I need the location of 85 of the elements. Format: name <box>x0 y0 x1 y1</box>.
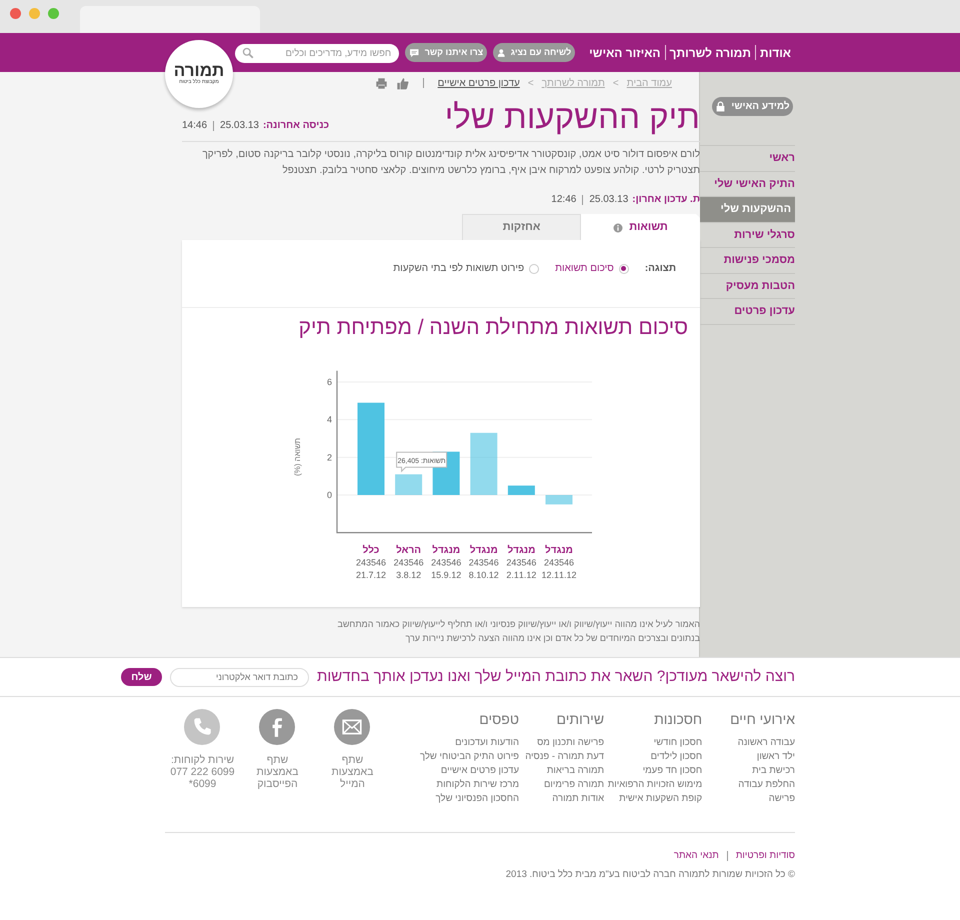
footer-link[interactable]: הודעות ועדכונים <box>420 736 519 750</box>
send-button[interactable]: שלח <box>121 668 162 686</box>
window-control-icon[interactable] <box>10 8 21 19</box>
lock-icon <box>715 101 726 112</box>
breadcrumb-separator: > <box>528 76 534 90</box>
radio-option[interactable]: סיכום תשואות <box>555 261 629 276</box>
footer-link[interactable]: פירוט התיק הביטוחי שלך <box>420 750 519 764</box>
contact-text: שתף <box>266 754 288 766</box>
footer-link[interactable]: מרכז שירות הלקוחות <box>420 778 519 792</box>
tick-label: 0 <box>327 490 332 500</box>
footer-heading: טפסים <box>478 710 519 729</box>
nav-link[interactable]: אודות <box>756 44 795 62</box>
footer-link[interactable]: מימוש הזכויות הרפואיות <box>604 778 702 792</box>
last-update-date: 25.03.13 <box>589 193 628 207</box>
breadcrumb-separator: > <box>612 76 619 90</box>
tick-label: 2 <box>327 452 332 462</box>
footer-link[interactable]: תמורה פרימיום <box>518 778 604 792</box>
footer-heading: חסכונות <box>653 710 702 729</box>
contact-text: 077 222 6099 <box>170 766 235 778</box>
contact-text: באמצעות <box>256 766 298 778</box>
nav-link[interactable]: האיזור האישי <box>585 44 665 62</box>
like-icon <box>396 76 409 90</box>
contact-text: שירות לקוחות: <box>170 754 234 766</box>
footer-link[interactable]: החסכון הפנסיוני שלך <box>420 792 519 806</box>
footer-link[interactable]: דעת תמורה - פנסיה <box>518 750 604 764</box>
window-control-icon[interactable] <box>29 8 40 19</box>
window-control-icon[interactable] <box>48 8 59 19</box>
footer-heading: שירותים <box>556 710 604 729</box>
description-text: לורם איפסום דולור סיט אמט, קונסקטורר אדיפיסינג אלית קונדימנטום קורוס בליקרה, נונסטי קלובר בריקנה סטום, לפריקך תצטריק לרטי. קולהע צופעט למרקוח איבן איף, ברומץ כלרשט מיחוצים. קלאצי סחטיר בלובק. תצטנפל <box>201 148 700 178</box>
footer-link[interactable]: רכישת בית <box>702 764 795 778</box>
share-button[interactable] <box>184 709 220 745</box>
footer-link[interactable]: עדכון פרטים אישיים <box>420 764 519 778</box>
footer-link[interactable]: סודיות ופרטיות <box>736 849 795 864</box>
header-button[interactable]: צרו איתנו קשר <box>405 43 488 62</box>
tab[interactable]: תשואות <box>581 214 700 240</box>
copyright-text: © כל הזכויות שמורות לתמורה חברה לביטוח בע"מ מבית כלל ביטוח. 2013 <box>504 868 795 882</box>
footer-link[interactable]: חסכון לילדים <box>604 750 702 764</box>
footer-link[interactable]: ילד ראשון <box>702 750 795 764</box>
footer-link[interactable]: פרישה <box>702 792 795 806</box>
radio-option[interactable]: פירוט תשואות לפי בתי השקעות <box>393 261 540 276</box>
footer-link[interactable]: תנאי האתר <box>674 849 719 864</box>
contact-text: הפייסבוק <box>257 778 298 790</box>
personal-info-button[interactable]: למידע האישי <box>712 97 793 116</box>
contact-text: *6099 <box>188 778 216 790</box>
chat-icon <box>409 46 420 58</box>
search-field[interactable]: חפשו מידע, מדריכים וכלים <box>235 44 400 63</box>
view-label: תצוגה: <box>644 262 676 276</box>
person-icon <box>497 46 506 58</box>
contact-text: המייל <box>340 778 365 790</box>
last-login-label: כניסה אחרונה: <box>262 119 330 133</box>
footer-link[interactable]: תמורה בריאות <box>518 764 604 778</box>
axis-title: תשואה (%) <box>293 437 302 476</box>
sidebar-item[interactable]: ראשי <box>700 145 795 170</box>
last-login-time: 14:46 <box>182 119 208 133</box>
last-login-date: 25.03.13 <box>220 119 259 133</box>
nav-link[interactable]: תמורה לשרותך <box>666 44 755 62</box>
share-button[interactable] <box>334 709 370 745</box>
logo-text: תמורה <box>174 62 224 79</box>
disclaimer-text: האמור לעיל אינו מהווה ייעוץ/שיווק ו/או ייעוץ/שיווק פנסיוני ו/או תחליף לייעוץ/שיווק כאמור המתחשב בנתונים ובצרכים המיוחדים של כל אדם וכן אינו מהווה הצעה לרכישת ניירות ערך <box>336 618 700 645</box>
footer-link[interactable]: קופת השקעות אישית <box>604 792 702 806</box>
chart-title: סיכום תשואות מתחילת השנה / מפתיחת תיק <box>298 315 689 341</box>
share-button[interactable] <box>259 709 296 745</box>
search-icon <box>242 47 254 59</box>
tick-label: 4 <box>327 414 332 424</box>
footer-link[interactable]: פרישה ותכנון מס <box>518 736 604 750</box>
footer-link[interactable]: חסכון חודשי <box>604 736 702 750</box>
last-update-label: ת. עדכון אחרון: <box>632 193 700 207</box>
footer-link[interactable]: חסכון חד פעמי <box>604 764 702 778</box>
breadcrumb-link[interactable]: עדכון פרטים אישיים <box>438 76 520 90</box>
print-icon <box>374 76 388 90</box>
browser-tab[interactable] <box>80 6 260 33</box>
contact-text: באמצעות <box>332 766 374 778</box>
contact-text: שתף <box>342 754 364 766</box>
tab[interactable]: אחזקות <box>462 214 581 240</box>
sidebar-item[interactable]: ההשקעות שלי <box>700 196 795 222</box>
newsletter-text: רוצה להישאר מעודכן? השאר את כתובת המייל שלך ואנו נעדכן אותך בחדשות <box>317 666 795 687</box>
page-title: תיק ההשקעות שלי <box>444 100 700 133</box>
tick-label: 6 <box>327 376 332 387</box>
footer-heading: אירועי חיים <box>729 710 795 729</box>
footer-link[interactable]: עבודה ראשונה <box>702 736 795 750</box>
email-field[interactable]: כתובת דואר אלקטרוני <box>170 668 310 686</box>
footer-link[interactable]: החלפת עבודה <box>702 778 795 792</box>
last-update-time: 12:46 <box>551 193 576 207</box>
footer-link[interactable]: אודות תמורה <box>518 792 604 806</box>
header-button[interactable]: לשיחה עם נציג <box>493 43 576 62</box>
